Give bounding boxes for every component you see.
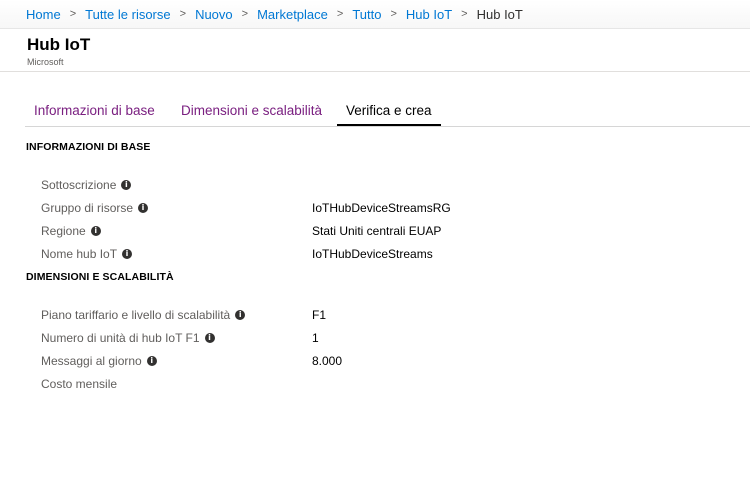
summary-row-pricing-tier: Piano tariffario e livello di scalabilit…: [41, 308, 741, 326]
chevron-right-icon: >: [336, 8, 344, 20]
chevron-right-icon: >: [179, 8, 187, 20]
info-icon[interactable]: i: [235, 310, 246, 320]
summary-row-units: Numero di unità di hub IoT F1 i 1: [41, 331, 741, 349]
breadcrumb-all-resources[interactable]: Tutte le risorse: [85, 7, 171, 22]
row-value: F1: [312, 308, 327, 322]
breadcrumb-all[interactable]: Tutto: [352, 7, 381, 22]
summary-row-region: Regione i Stati Uniti centrali EUAP: [41, 224, 741, 242]
breadcrumb-home[interactable]: Home: [26, 7, 61, 22]
breadcrumb-iot-hub[interactable]: Hub IoT: [406, 7, 452, 22]
header-divider: [0, 71, 750, 72]
summary-row-monthly-cost: Costo mensile: [41, 377, 741, 395]
row-label: Regione: [41, 224, 86, 238]
section-title-basics: INFORMAZIONI DI BASE: [26, 141, 151, 153]
info-icon[interactable]: i: [138, 203, 149, 213]
row-value: IoTHubDeviceStreamsRG: [312, 201, 451, 215]
row-label: Gruppo di risorse: [41, 201, 134, 215]
info-icon[interactable]: i: [122, 249, 133, 259]
info-icon[interactable]: i: [204, 333, 215, 343]
row-label: Costo mensile: [41, 377, 118, 391]
blade-header: Hub IoT Microsoft: [0, 28, 750, 73]
row-label: Numero di unità di hub IoT F1: [41, 331, 200, 345]
row-value: 1: [312, 331, 319, 345]
row-label: Messaggi al giorno: [41, 354, 142, 368]
info-icon[interactable]: i: [90, 226, 101, 236]
chevron-right-icon: >: [69, 8, 77, 20]
summary-row-messages: Messaggi al giorno i 8.000: [41, 354, 741, 372]
tabs-divider: [25, 126, 750, 127]
breadcrumb-current: Hub IoT: [476, 6, 523, 22]
info-icon[interactable]: i: [146, 356, 157, 366]
breadcrumb-new[interactable]: Nuovo: [195, 7, 233, 22]
breadcrumb: Home > Tutte le risorse > Nuovo > Market…: [0, 0, 750, 28]
tab-size-scale[interactable]: Dimensioni e scalabilità: [172, 97, 331, 125]
row-label: Nome hub IoT: [41, 247, 118, 261]
tab-review-create[interactable]: Verifica e crea: [337, 97, 441, 126]
chevron-right-icon: >: [461, 8, 468, 20]
summary-row-subscription: Sottoscrizione i: [41, 178, 741, 196]
row-label: Sottoscrizione: [41, 178, 117, 192]
chevron-right-icon: >: [390, 8, 397, 20]
section-title-scale: DIMENSIONI E SCALABILITÀ: [26, 271, 174, 283]
info-icon[interactable]: i: [121, 180, 132, 190]
page-title: Hub IoT: [27, 35, 91, 54]
page-subtitle: Microsoft: [27, 57, 64, 67]
summary-row-hub-name: Nome hub IoT i IoTHubDeviceStreams: [41, 247, 741, 265]
row-value: 8.000: [312, 354, 343, 368]
row-value: Stati Uniti centrali EUAP: [312, 224, 442, 238]
tab-basics[interactable]: Informazioni di base: [25, 97, 164, 125]
chevron-right-icon: >: [241, 8, 249, 20]
row-label: Piano tariffario e livello di scalabilit…: [41, 308, 231, 322]
summary-row-resource-group: Gruppo di risorse i IoTHubDeviceStreamsR…: [41, 201, 741, 219]
row-value: IoTHubDeviceStreams: [312, 247, 433, 261]
breadcrumb-marketplace[interactable]: Marketplace: [257, 7, 328, 22]
